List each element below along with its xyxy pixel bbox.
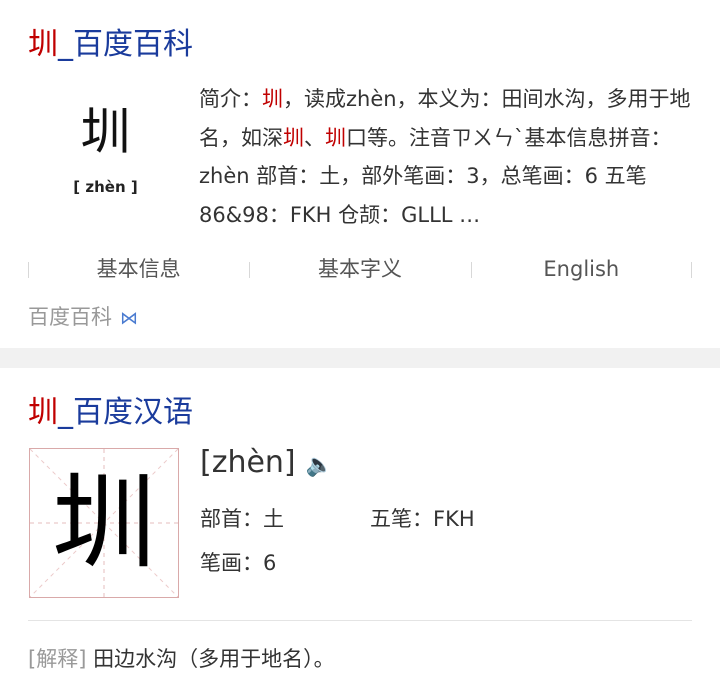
baike-source[interactable]: 百度百科 ⋈ (28, 300, 138, 336)
pinyin-text: [zhèn] (200, 445, 296, 480)
thumbnail-char: 圳 (80, 103, 131, 161)
baike-title-link[interactable]: 圳_百度百科 (28, 28, 193, 62)
pronunciation: [zhèn] 🔈 (200, 444, 333, 485)
speaker-icon[interactable]: 🔈 (306, 453, 333, 478)
explain-tag: [解释] (28, 647, 87, 671)
grid-char: 圳 (51, 462, 156, 584)
explain-text: 田边水沟（多用于地名）。 (86, 647, 335, 671)
title-source: _百度百科 (58, 27, 193, 62)
summary-text: 、 (304, 125, 325, 150)
radical-field: 部首：土 (200, 507, 284, 531)
baike-card: 圳_百度百科 圳 [ zhèn ] 简介：圳，读成zhèn，本义为：田间水沟，多… (0, 0, 720, 348)
baike-tabs: 基本信息 基本字义 English (28, 252, 692, 286)
character-thumbnail[interactable]: 圳 [ zhèn ] (48, 100, 163, 220)
title-keyword: 圳 (28, 27, 58, 62)
summary-keyword: 圳 (283, 125, 304, 150)
source-label: 百度百科 (28, 305, 112, 329)
summary-text: 简介： (199, 87, 262, 111)
wubi-field: 五笔：FKH (370, 507, 475, 531)
title-keyword: 圳 (28, 395, 58, 430)
summary-keyword: 圳 (325, 125, 346, 150)
divider (28, 620, 692, 621)
hanyu-card: 圳_百度汉语 圳 [zhèn] 🔈 部首：土 五笔：FKH 笔画：6 [解释] 田… (0, 368, 720, 689)
tab-basic-meaning[interactable]: 基本字义 (249, 252, 470, 286)
title-source: _百度汉语 (58, 395, 193, 430)
summary-keyword: 圳 (262, 87, 283, 111)
hanyu-title-link[interactable]: 圳_百度汉语 (28, 396, 193, 430)
explanation: [解释] 田边水沟（多用于地名）。 (28, 642, 335, 676)
thumbnail-pinyin: [ zhèn ] (73, 178, 138, 196)
link-icon: ⋈ (120, 308, 138, 329)
tab-english[interactable]: English (470, 252, 692, 286)
baike-summary: 简介：圳，读成zhèn，本义为：田间水沟，多用于地名，如深圳、圳口等。注音ㄗㄨㄣ… (199, 80, 699, 234)
character-grid[interactable]: 圳 (29, 448, 179, 598)
strokes-field: 笔画：6 (200, 551, 277, 575)
tab-basic-info[interactable]: 基本信息 (28, 252, 249, 286)
